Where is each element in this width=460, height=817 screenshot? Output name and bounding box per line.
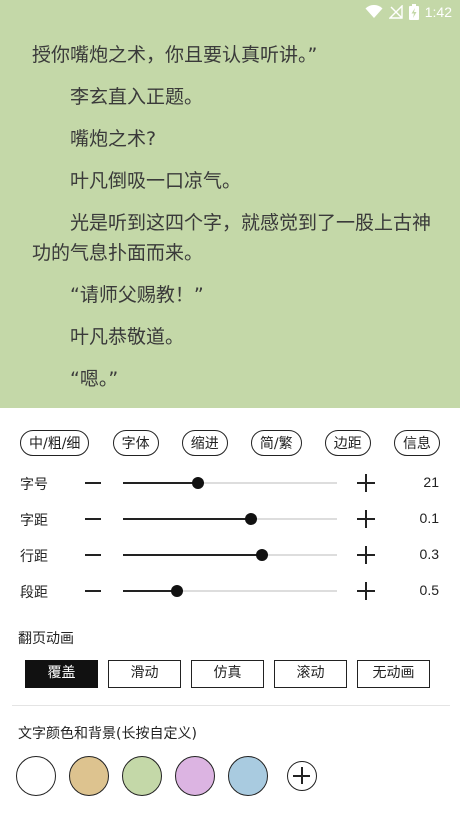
slider-value: 0.1 <box>419 510 439 526</box>
slider-label: 段距 <box>20 585 48 601</box>
swatch-blue[interactable] <box>228 756 268 796</box>
font-size-slider[interactable] <box>123 477 337 489</box>
reader-paragraph: 叶凡倒吸一口凉气。 <box>70 170 242 192</box>
add-color-icon[interactable] <box>287 761 317 791</box>
slider-value: 21 <box>423 474 439 490</box>
info-chip[interactable]: 信息 <box>393 430 440 456</box>
reader-paragraph: 授你嘴炮之术，你且要认真听讲。” <box>32 44 318 66</box>
decrease-icon[interactable] <box>85 590 101 592</box>
slider-label: 字号 <box>20 477 48 493</box>
swatch-green[interactable] <box>122 756 162 796</box>
slider-value: 0.3 <box>419 546 439 562</box>
increase-icon[interactable] <box>357 474 375 492</box>
increase-icon[interactable] <box>357 510 375 528</box>
slider-fill <box>123 554 263 556</box>
animation-scroll-button[interactable]: 滚动 <box>274 660 347 688</box>
font-weight-chip[interactable]: 中/粗/细 <box>20 430 90 456</box>
slider-label: 字距 <box>20 513 48 529</box>
slider-thumb[interactable] <box>256 549 269 561</box>
slider-fill <box>123 518 252 520</box>
text-color-background-title: 文字颜色和背景(长按自定义) <box>18 726 197 742</box>
reader-paragraph: 叶凡恭敬道。 <box>70 326 185 348</box>
indent-chip[interactable]: 缩进 <box>181 430 228 456</box>
font-chip[interactable]: 字体 <box>112 430 159 456</box>
paragraph-spacing-slider[interactable] <box>123 585 337 597</box>
letter-spacing-row: 字距 0.1 <box>0 504 460 534</box>
reader-paragraph: “请师父赐教！” <box>70 284 204 306</box>
reader-paragraph: “嗯。” <box>70 368 119 390</box>
slider-fill <box>123 482 198 484</box>
option-chips: 中/粗/细 字体 缩进 简/繁 边距 信息 <box>20 430 440 456</box>
animation-slide-button[interactable]: 滑动 <box>108 660 181 688</box>
slider-thumb[interactable] <box>191 477 204 489</box>
no-signal-icon <box>388 5 403 19</box>
decrease-icon[interactable] <box>85 482 101 484</box>
swatch-tan[interactable] <box>69 756 109 796</box>
letter-spacing-slider[interactable] <box>123 513 337 525</box>
status-bar: 1:42 <box>0 0 460 26</box>
reader-paragraph: 嘴炮之术? <box>70 128 157 150</box>
simplified-traditional-chip[interactable]: 简/繁 <box>250 430 302 456</box>
swatch-purple[interactable] <box>175 756 215 796</box>
wifi-icon <box>365 5 383 18</box>
battery-charging-icon <box>408 4 419 20</box>
divider <box>12 705 450 706</box>
slider-thumb[interactable] <box>245 513 258 525</box>
slider-fill <box>123 590 177 592</box>
decrease-icon[interactable] <box>85 518 101 520</box>
swatch-white[interactable] <box>16 756 56 796</box>
slider-label: 行距 <box>20 549 48 565</box>
increase-icon[interactable] <box>357 546 375 564</box>
reader-paragraph: 光是听到这四个字，就感觉到了一股上古神功的气息扑面而来。 <box>32 212 432 264</box>
reader-content[interactable]: 授你嘴炮之术，你且要认真听讲。” 李玄直入正题。 嘴炮之术? 叶凡倒吸一口凉气。… <box>32 40 432 406</box>
line-spacing-slider[interactable] <box>123 549 337 561</box>
page-animation-options: 覆盖 滑动 仿真 滚动 无动画 <box>25 660 430 688</box>
font-size-row: 字号 21 <box>0 468 460 498</box>
margin-chip[interactable]: 边距 <box>324 430 371 456</box>
page-animation-title: 翻页动画 <box>18 631 74 647</box>
animation-simulation-button[interactable]: 仿真 <box>191 660 264 688</box>
paragraph-spacing-row: 段距 0.5 <box>0 576 460 606</box>
color-swatches <box>16 756 317 796</box>
slider-value: 0.5 <box>419 582 439 598</box>
animation-cover-button[interactable]: 覆盖 <box>25 660 98 688</box>
decrease-icon[interactable] <box>85 554 101 556</box>
reading-settings-panel: 中/粗/细 字体 缩进 简/繁 边距 信息 字号 21 字距 0.1 行距 0.… <box>0 408 460 817</box>
line-spacing-row: 行距 0.3 <box>0 540 460 570</box>
animation-none-button[interactable]: 无动画 <box>357 660 430 688</box>
slider-thumb[interactable] <box>170 585 183 597</box>
status-time: 1:42 <box>424 4 452 20</box>
increase-icon[interactable] <box>357 582 375 600</box>
reader-paragraph: 李玄直入正题。 <box>70 86 204 108</box>
